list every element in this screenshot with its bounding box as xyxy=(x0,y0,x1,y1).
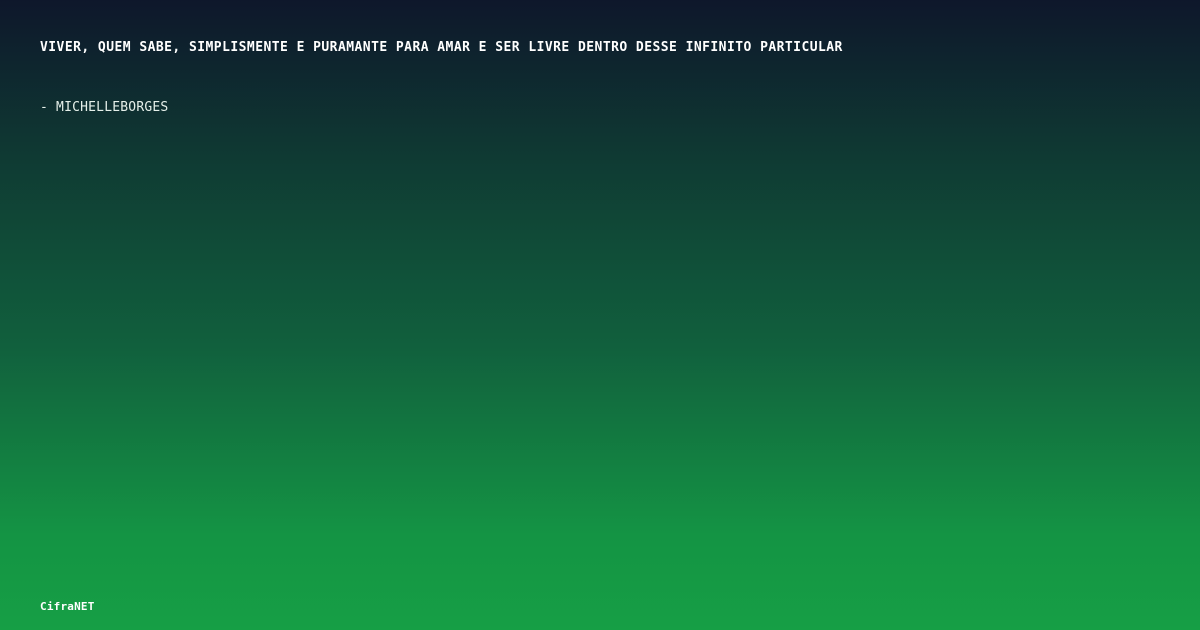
brand-logo-text: CifraNET xyxy=(40,600,95,613)
quote-text: VIVER, QUEM SABE, SIMPLISMENTE E PURAMAN… xyxy=(40,40,843,55)
share-card: { "quote": { "text": "VIVER, QUEM SABE, … xyxy=(0,0,1200,630)
quote-author: - MICHELLEBORGES xyxy=(40,100,169,115)
